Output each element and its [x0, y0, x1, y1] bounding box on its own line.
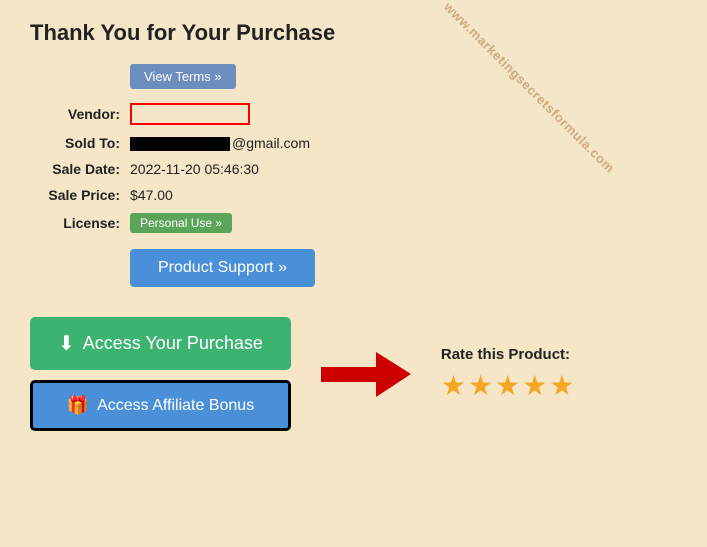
star-rating: ★ ★ ★ ★ ★: [441, 369, 575, 402]
license-label: License:: [40, 215, 130, 231]
arrow-icon: [321, 347, 411, 402]
vendor-value-box: [130, 103, 250, 125]
sale-price-row: Sale Price: $47.00: [40, 187, 677, 203]
product-support-button[interactable]: Product Support »: [130, 249, 315, 287]
access-purchase-button[interactable]: ⬇ Access Your Purchase: [30, 317, 291, 370]
sale-price-label: Sale Price:: [40, 187, 130, 203]
access-affiliate-button[interactable]: 🎁 Access Affiliate Bonus: [30, 380, 291, 431]
star-2[interactable]: ★: [468, 369, 493, 402]
sale-price-value: $47.00: [130, 187, 173, 203]
email-redacted-box: [130, 137, 230, 151]
page-title: Thank You for Your Purchase: [30, 20, 677, 46]
info-table: Vendor: Sold To: @gmail.com Sale Date: 2…: [40, 103, 677, 233]
view-terms-button[interactable]: View Terms »: [130, 64, 236, 89]
sold-to-label: Sold To:: [40, 135, 130, 151]
license-row: License: Personal Use »: [40, 213, 677, 233]
main-content: Thank You for Your Purchase www.marketin…: [30, 20, 677, 431]
download-icon: ⬇: [58, 331, 75, 356]
star-5[interactable]: ★: [549, 369, 574, 402]
bottom-section: ⬇ Access Your Purchase 🎁 Access Affiliat…: [30, 317, 677, 431]
sale-date-label: Sale Date:: [40, 161, 130, 177]
gift-icon: 🎁: [67, 395, 89, 416]
product-support-area: Product Support »: [30, 243, 677, 307]
license-button[interactable]: Personal Use »: [130, 213, 232, 233]
left-buttons: ⬇ Access Your Purchase 🎁 Access Affiliat…: [30, 317, 291, 431]
sold-to-value: @gmail.com: [130, 135, 310, 151]
star-3[interactable]: ★: [495, 369, 520, 402]
vendor-row: Vendor:: [40, 103, 677, 125]
star-1[interactable]: ★: [441, 369, 466, 402]
arrow-area: [321, 347, 411, 402]
rate-section: Rate this Product: ★ ★ ★ ★ ★: [441, 346, 575, 402]
rate-label: Rate this Product:: [441, 346, 570, 363]
sale-date-value: 2022-11-20 05:46:30: [130, 161, 259, 177]
vendor-label: Vendor:: [40, 106, 130, 122]
view-terms-area: View Terms »: [30, 64, 677, 103]
sale-date-row: Sale Date: 2022-11-20 05:46:30: [40, 161, 677, 177]
star-4[interactable]: ★: [522, 369, 547, 402]
